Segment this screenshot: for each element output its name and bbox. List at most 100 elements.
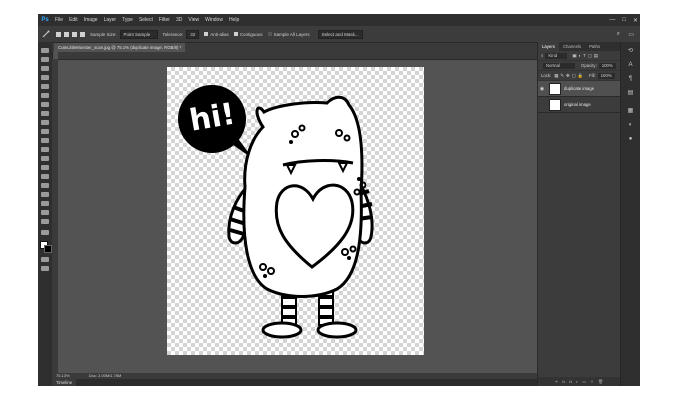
opacity-input[interactable]: 100% bbox=[598, 62, 616, 69]
document-size: Doc: 2.00M/1.75M bbox=[88, 373, 122, 378]
lock-paint-icon[interactable]: ✎ bbox=[560, 73, 564, 79]
select-and-mask-button[interactable]: Select and Mask... bbox=[317, 29, 363, 39]
intersect-selection-icon[interactable] bbox=[80, 31, 85, 37]
healing-brush-tool-icon[interactable] bbox=[41, 102, 49, 107]
rectangle-tool-icon[interactable] bbox=[41, 201, 49, 206]
panel-tabs: Layers Channels Paths bbox=[538, 42, 620, 51]
marquee-tool-icon[interactable] bbox=[41, 57, 49, 62]
menu-3d[interactable]: 3D bbox=[173, 17, 185, 23]
history-brush-tool-icon[interactable] bbox=[41, 129, 49, 134]
visibility-eye-icon[interactable]: ◉ bbox=[538, 86, 546, 92]
lock-all-icon[interactable]: 🔒 bbox=[578, 73, 583, 79]
anti-alias-checkbox[interactable]: Anti-alias bbox=[204, 32, 229, 37]
new-layer-icon[interactable]: ＋ bbox=[590, 379, 594, 385]
tolerance-input[interactable]: 32 bbox=[186, 29, 200, 39]
search-icon[interactable]: ⌕ bbox=[617, 31, 620, 38]
menu-bar: Ps File Edit Image Layer Type Select Fil… bbox=[38, 14, 640, 26]
pen-tool-icon[interactable] bbox=[41, 174, 49, 179]
layer-row-original[interactable]: original image bbox=[538, 97, 620, 113]
color-panel-icon[interactable]: ● bbox=[626, 136, 635, 143]
menu-help[interactable]: Help bbox=[226, 17, 242, 23]
libraries-panel-icon[interactable]: ▦ bbox=[626, 108, 635, 115]
layer-name[interactable]: original image bbox=[564, 102, 591, 107]
hand-tool-icon[interactable] bbox=[41, 210, 49, 215]
filter-kind-select[interactable]: Kind bbox=[545, 52, 568, 59]
fill-input[interactable]: 100% bbox=[597, 72, 615, 79]
new-selection-icon[interactable] bbox=[56, 31, 61, 37]
sample-all-layers-label: Sample All Layers bbox=[273, 31, 310, 37]
menu-file[interactable]: File bbox=[52, 17, 66, 23]
clone-stamp-tool-icon[interactable] bbox=[41, 120, 49, 125]
tolerance-label: Tolerance: bbox=[162, 31, 184, 37]
move-tool-icon[interactable] bbox=[41, 48, 49, 53]
brush-tool-icon[interactable] bbox=[41, 111, 49, 116]
adjustments-panel-icon[interactable]: ◐ bbox=[626, 122, 635, 129]
screen-mode-icon[interactable] bbox=[41, 266, 49, 271]
magic-wand-icon[interactable] bbox=[42, 30, 50, 38]
filter-smart-object-icon[interactable]: ▤ bbox=[594, 53, 598, 59]
tab-layers[interactable]: Layers bbox=[538, 42, 559, 51]
more-tools-icon[interactable] bbox=[41, 230, 49, 235]
eraser-tool-icon[interactable] bbox=[41, 138, 49, 143]
blur-tool-icon[interactable] bbox=[41, 156, 49, 161]
sample-all-layers-checkbox[interactable]: Sample All Layers bbox=[267, 31, 310, 37]
blend-mode-select[interactable]: Normal bbox=[543, 62, 575, 69]
type-tool-icon[interactable] bbox=[41, 183, 49, 188]
layer-name[interactable]: duplicate image bbox=[564, 86, 594, 91]
new-group-icon[interactable]: ▭ bbox=[582, 379, 586, 384]
document-canvas[interactable]: hi! bbox=[167, 67, 424, 355]
close-button[interactable]: ✕ bbox=[633, 17, 638, 24]
menu-edit[interactable]: Edit bbox=[66, 17, 81, 23]
menu-view[interactable]: View bbox=[185, 17, 202, 23]
history-panel-icon[interactable]: ⟲ bbox=[626, 48, 635, 55]
tab-channels[interactable]: Channels bbox=[559, 42, 585, 51]
document-tab[interactable]: CuteLittleMonster_scan.jpg @ 75.1% (dupl… bbox=[54, 43, 186, 52]
add-mask-icon[interactable]: ◘ bbox=[569, 379, 571, 384]
zoom-tool-icon[interactable] bbox=[41, 219, 49, 224]
maximize-button[interactable]: □ bbox=[622, 17, 626, 23]
contiguous-checkbox[interactable]: Contiguous bbox=[233, 32, 263, 37]
magic-wand-tool-icon[interactable] bbox=[41, 75, 49, 80]
path-selection-tool-icon[interactable] bbox=[41, 192, 49, 197]
lasso-tool-icon[interactable] bbox=[41, 66, 49, 71]
sample-size-select[interactable]: Point Sample bbox=[119, 29, 158, 39]
paragraph-panel-icon[interactable]: ¶ bbox=[626, 76, 635, 83]
workspace-icon[interactable]: ▭ bbox=[628, 31, 634, 38]
filter-shape-icon[interactable]: ▢ bbox=[588, 53, 592, 59]
menu-image[interactable]: Image bbox=[81, 17, 101, 23]
layer-row-duplicate[interactable]: ◉ duplicate image bbox=[538, 81, 620, 97]
gradient-tool-icon[interactable] bbox=[41, 147, 49, 152]
lock-position-icon[interactable]: ✥ bbox=[566, 73, 570, 79]
lock-pixels-icon[interactable]: ▦ bbox=[554, 73, 558, 79]
photoshop-logo: Ps bbox=[41, 17, 49, 23]
menu-select[interactable]: Select bbox=[136, 17, 156, 23]
delete-layer-icon[interactable]: 🗑 bbox=[598, 379, 603, 384]
crop-tool-icon[interactable] bbox=[41, 84, 49, 89]
filter-adjustment-icon[interactable]: ◐ bbox=[578, 53, 581, 58]
character-panel-icon[interactable]: A bbox=[626, 62, 635, 69]
menu-layer[interactable]: Layer bbox=[101, 17, 120, 23]
zoom-level[interactable]: 75.13% bbox=[56, 373, 70, 378]
layer-style-icon[interactable]: fx bbox=[562, 379, 565, 384]
add-selection-icon[interactable] bbox=[64, 31, 69, 37]
subtract-selection-icon[interactable] bbox=[72, 31, 77, 37]
tab-paths[interactable]: Paths bbox=[585, 42, 604, 51]
link-layers-icon[interactable]: ⚭ bbox=[555, 379, 558, 384]
eyedropper-tool-icon[interactable] bbox=[41, 93, 49, 98]
timeline-tab[interactable]: Timeline bbox=[52, 379, 77, 386]
lock-artboard-icon[interactable]: ▢ bbox=[572, 73, 576, 79]
adjustment-layer-icon[interactable]: ◐ bbox=[576, 379, 578, 384]
menu-type[interactable]: Type bbox=[119, 17, 136, 23]
background-color-swatch[interactable] bbox=[44, 245, 52, 253]
dodge-tool-icon[interactable] bbox=[41, 165, 49, 170]
minimize-button[interactable]: — bbox=[609, 17, 615, 23]
quick-mask-icon[interactable] bbox=[41, 257, 49, 262]
filter-type-icon[interactable]: T bbox=[583, 53, 586, 58]
menu-window[interactable]: Window bbox=[202, 17, 226, 23]
layer-thumbnail bbox=[549, 98, 561, 111]
sample-size-label: Sample Size: bbox=[90, 31, 117, 37]
menu-filter[interactable]: Filter bbox=[156, 17, 173, 23]
filter-pixel-icon[interactable]: ▣ bbox=[572, 53, 576, 59]
properties-panel-icon[interactable]: ▤ bbox=[626, 90, 635, 97]
filter-icon: ⌕ bbox=[541, 53, 544, 58]
